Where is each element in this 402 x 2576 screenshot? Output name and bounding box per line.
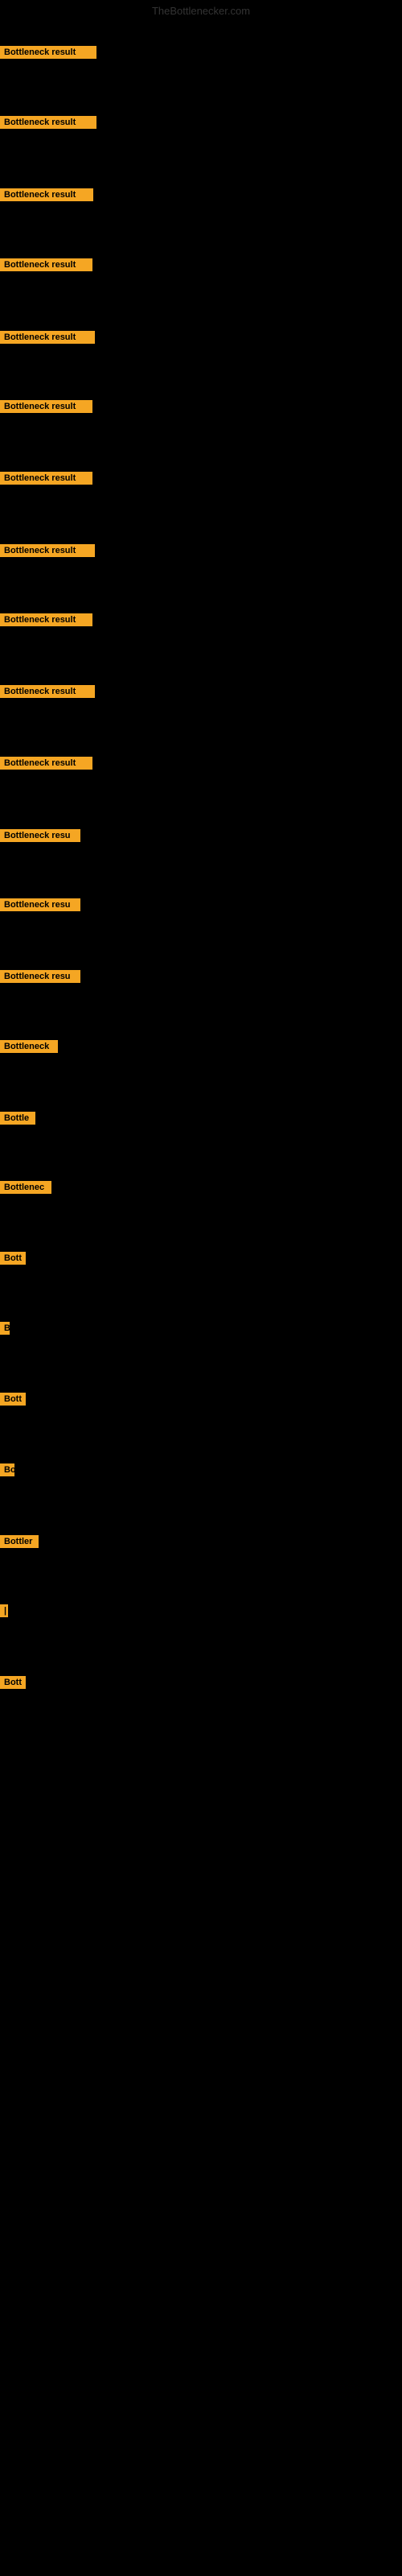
bottleneck-badge-21: Bo bbox=[0, 1463, 14, 1476]
bottleneck-badge-4: Bottleneck result bbox=[0, 258, 92, 271]
bottleneck-badge-8: Bottleneck result bbox=[0, 544, 95, 557]
bottleneck-badge-1: Bottleneck result bbox=[0, 46, 96, 59]
bottleneck-badge-15: Bottleneck bbox=[0, 1040, 58, 1053]
bottleneck-badge-5: Bottleneck result bbox=[0, 331, 95, 344]
bottleneck-badge-3: Bottleneck result bbox=[0, 188, 93, 201]
bottleneck-badge-22: Bottler bbox=[0, 1535, 39, 1548]
bottleneck-badge-19: B bbox=[0, 1322, 10, 1335]
bottleneck-badge-6: Bottleneck result bbox=[0, 400, 92, 413]
bottleneck-badge-23: | bbox=[0, 1604, 8, 1617]
bottleneck-badge-11: Bottleneck result bbox=[0, 757, 92, 770]
bottleneck-badge-16: Bottle bbox=[0, 1112, 35, 1125]
bottleneck-badge-20: Bott bbox=[0, 1393, 26, 1406]
bottleneck-badge-9: Bottleneck result bbox=[0, 613, 92, 626]
bottleneck-badge-13: Bottleneck resu bbox=[0, 898, 80, 911]
bottleneck-badge-24: Bott bbox=[0, 1676, 26, 1689]
site-title: TheBottlenecker.com bbox=[0, 5, 402, 17]
bottleneck-badge-18: Bott bbox=[0, 1252, 26, 1265]
bottleneck-badge-2: Bottleneck result bbox=[0, 116, 96, 129]
bottleneck-badge-12: Bottleneck resu bbox=[0, 829, 80, 842]
bottleneck-badge-17: Bottlenec bbox=[0, 1181, 51, 1194]
bottleneck-badge-10: Bottleneck result bbox=[0, 685, 95, 698]
bottleneck-badge-7: Bottleneck result bbox=[0, 472, 92, 485]
bottleneck-badge-14: Bottleneck resu bbox=[0, 970, 80, 983]
